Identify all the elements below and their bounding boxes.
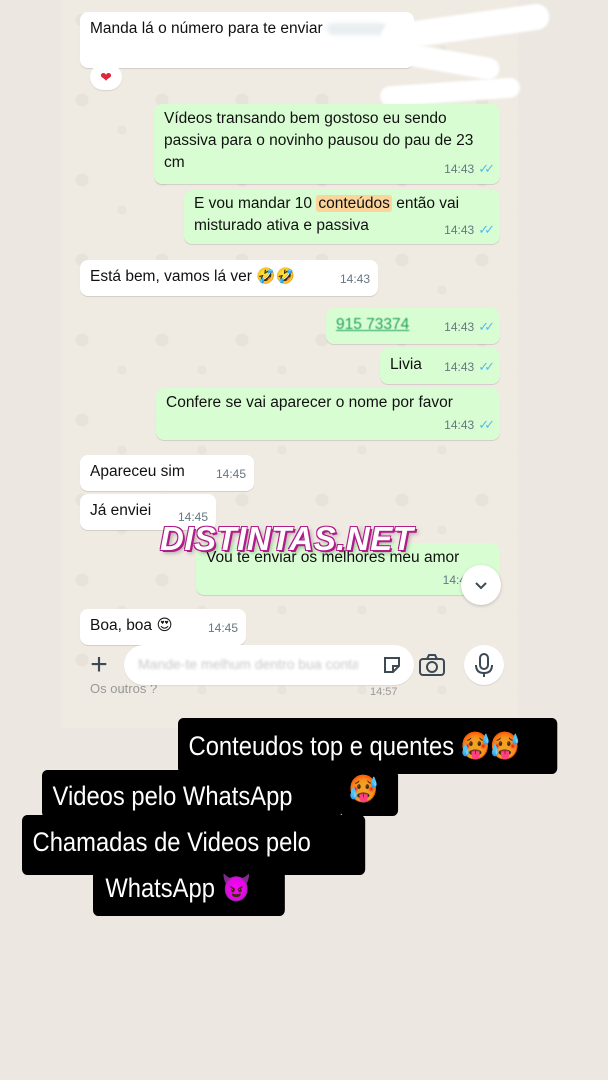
caption-conteudos: Conteudos top e quentes 🥵🥵 xyxy=(178,718,558,774)
message-outgoing[interactable]: E vou mandar 10 conteúdos então vai mist… xyxy=(184,190,500,244)
message-text: Está bem, vamos lá ver 🤣🤣 xyxy=(90,268,295,285)
double-check-icon: ✓✓ xyxy=(478,319,495,334)
double-check-icon: ✓✓ xyxy=(478,359,495,374)
message-text: Manda lá o número para te enviar xyxy=(90,20,323,37)
message-incoming[interactable]: Está bem, vamos lá ver 🤣🤣 14:43 xyxy=(80,260,378,296)
redacted-number xyxy=(326,22,387,35)
microphone-icon xyxy=(475,653,493,677)
scroll-down-button[interactable] xyxy=(461,565,501,605)
message-text: Livia xyxy=(390,356,422,373)
message-outgoing[interactable]: 915 73374 14:43 ✓✓ xyxy=(326,308,500,344)
message-incoming[interactable]: Manda lá o número para te enviar xyxy=(80,12,414,68)
double-check-icon: ✓✓ xyxy=(478,161,495,176)
message-text: E vou mandar 10 conteúdos então vai mist… xyxy=(194,195,460,234)
input-placeholder: Mande-te melhum dentro bua conta xyxy=(138,656,358,672)
message-time: 14:43 ✓✓ xyxy=(444,222,495,237)
double-check-icon: ✓✓ xyxy=(478,222,495,237)
message-input[interactable]: Mande-te melhum dentro bua conta xyxy=(124,645,414,685)
caption-text: Conteudos top e quentes 🥵🥵 xyxy=(188,731,520,761)
message-text: Confere se vai aparecer o nome por favor xyxy=(166,394,453,411)
chevron-down-icon xyxy=(475,582,487,590)
caption-videos-whatsapp: Videos pelo WhatsApp xyxy=(42,770,342,818)
message-time: 14:45 xyxy=(215,467,246,481)
double-check-icon: ✓✓ xyxy=(478,417,495,432)
phone-number-link[interactable]: 915 73374 xyxy=(336,316,409,333)
caption-text: Videos pelo WhatsApp xyxy=(52,781,293,811)
message-composer: + Mande-te melhum dentro bua conta xyxy=(80,643,504,689)
watermark-text: DISTINTAS.NET xyxy=(160,520,414,557)
message-time: 14:43 ✓✓ xyxy=(444,359,495,374)
message-time: 14:43 xyxy=(339,272,370,286)
caption-text: 🥵 xyxy=(348,774,379,804)
message-time: 14:43 ✓✓ xyxy=(444,319,495,334)
heart-reaction-icon[interactable]: ❤ xyxy=(90,64,122,90)
message-text: Já enviei xyxy=(90,502,152,519)
message-time: 14:45 xyxy=(207,621,238,635)
camera-icon[interactable] xyxy=(418,653,446,677)
message-text: Apareceu sim xyxy=(90,463,185,480)
caption-whatsapp-devil: WhatsApp 😈 xyxy=(93,866,285,916)
highlighted-word: conteúdos xyxy=(316,195,392,212)
message-text: Boa, boa 😍 xyxy=(90,617,173,634)
message-outgoing[interactable]: Confere se vai aparecer o nome por favor… xyxy=(156,388,500,440)
message-text: Vídeos transando bem gostoso eu sendo pa… xyxy=(164,110,474,171)
microphone-button[interactable] xyxy=(464,645,504,685)
message-time: 14:43 ✓✓ xyxy=(444,417,495,432)
sticker-icon[interactable] xyxy=(382,655,402,675)
message-incoming[interactable]: Boa, boa 😍 14:45 xyxy=(80,609,246,645)
message-time: 14:43 ✓✓ xyxy=(444,161,495,176)
message-outgoing[interactable]: Livia 14:43 ✓✓ xyxy=(380,348,500,384)
caption-text: WhatsApp 😈 xyxy=(105,873,252,903)
plus-icon[interactable]: + xyxy=(84,650,114,681)
caption-text: Chamadas de Videos pelo xyxy=(32,827,311,857)
message-outgoing[interactable]: Vídeos transando bem gostoso eu sendo pa… xyxy=(154,104,500,184)
caption-emoji: 🥵 xyxy=(340,770,399,816)
message-incoming[interactable]: Apareceu sim 14:45 xyxy=(80,455,254,491)
